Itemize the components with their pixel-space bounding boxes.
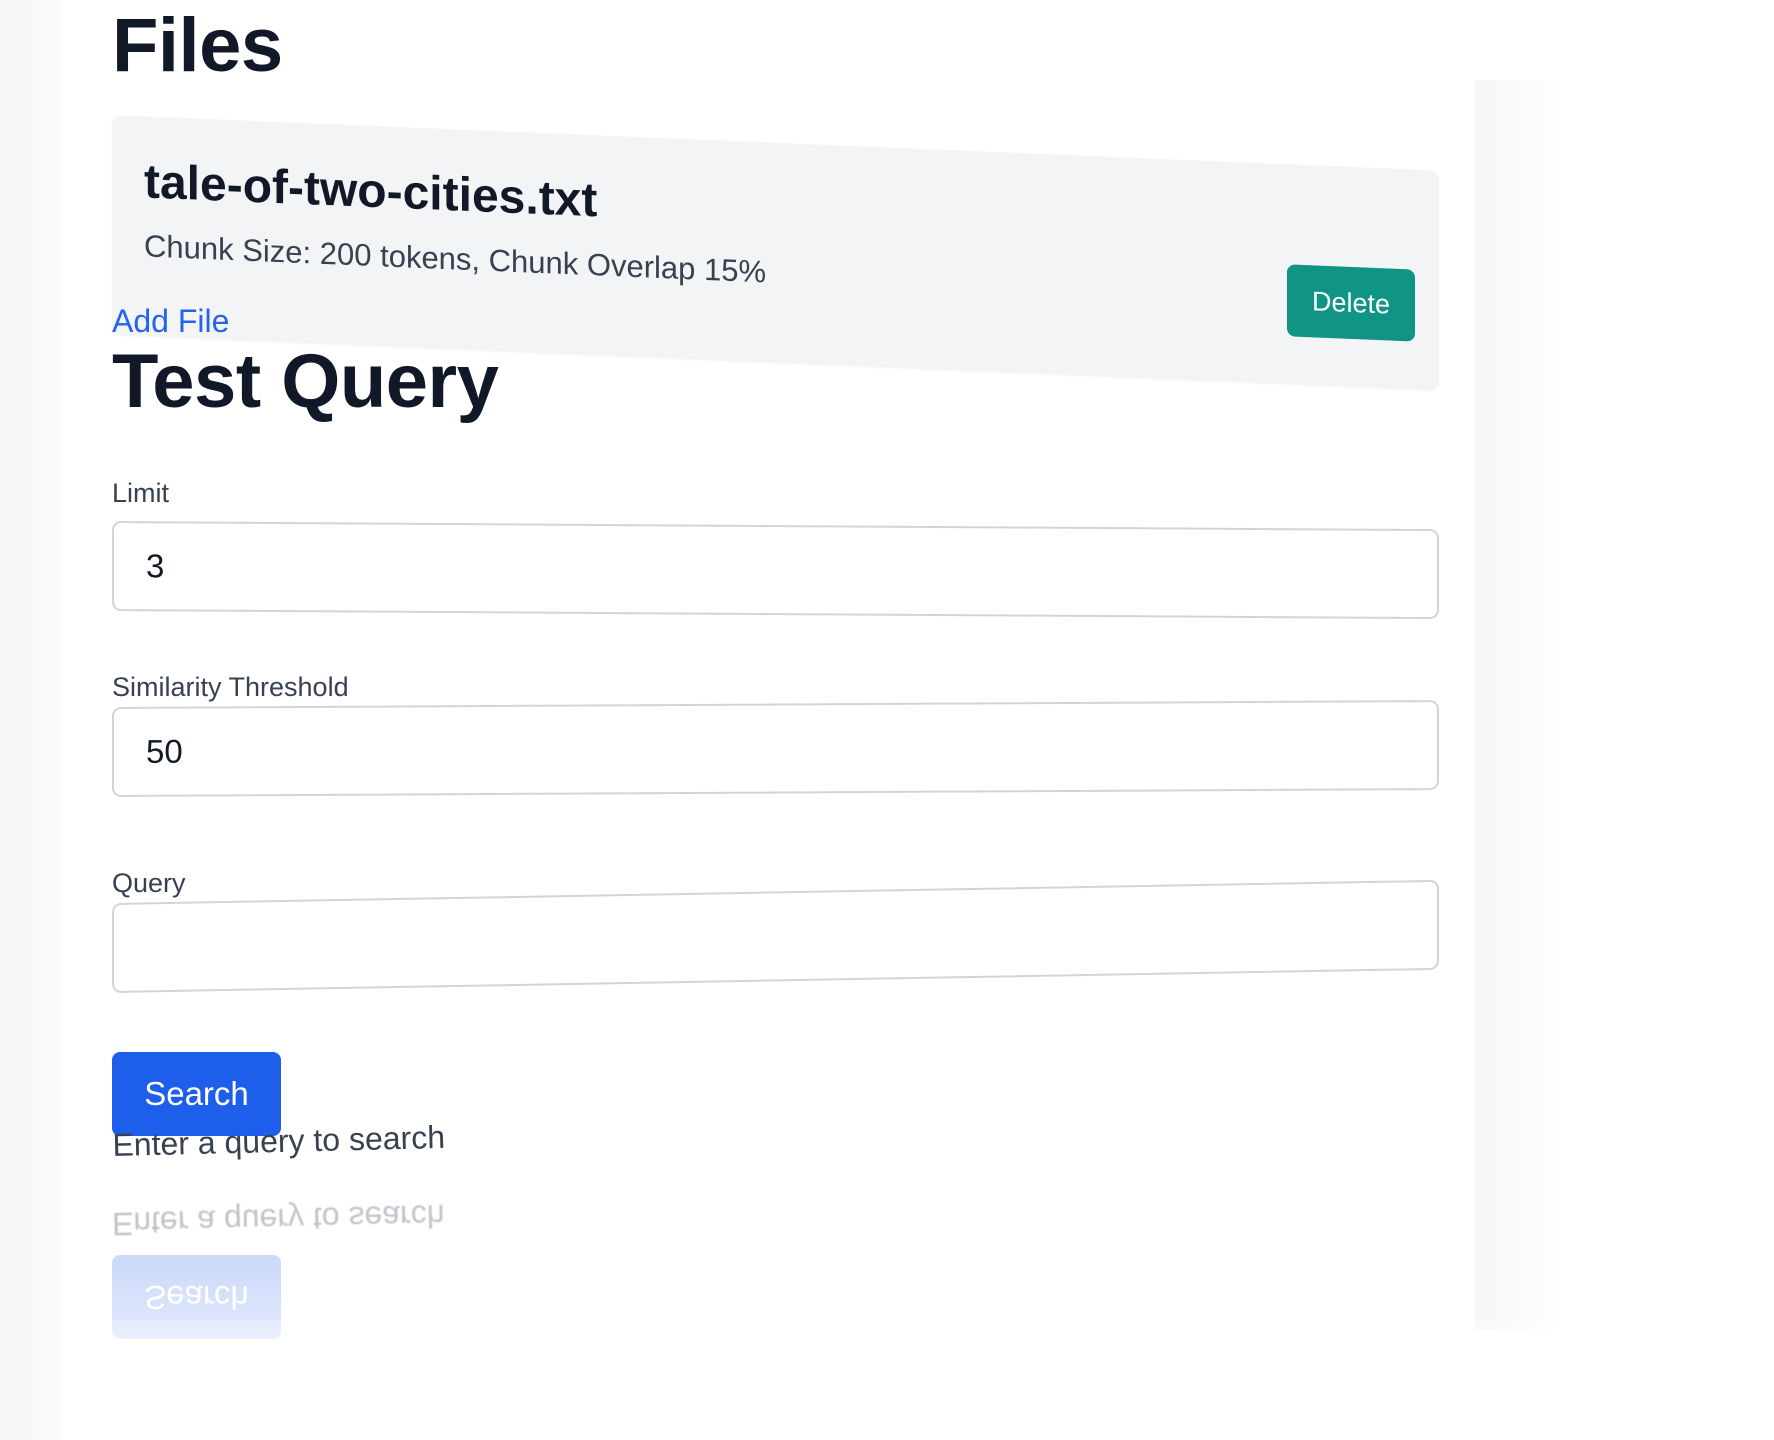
- right-shadow: [1475, 80, 1560, 1330]
- file-chunk-info: Chunk Size: 200 tokens, Chunk Overlap 15…: [144, 228, 767, 290]
- test-query-heading: Test Query: [112, 339, 499, 424]
- left-backdrop: [0, 0, 62, 1440]
- query-label: Query: [112, 868, 186, 898]
- similarity-threshold-input[interactable]: [112, 700, 1439, 797]
- page: Files tale-of-two-cities.txt Chunk Size:…: [0, 0, 1774, 1440]
- bottom-fade: [62, 1320, 1562, 1440]
- files-heading: Files: [112, 3, 283, 88]
- file-name: tale-of-two-cities.txt: [144, 155, 598, 228]
- similarity-threshold-label: Similarity Threshold: [112, 672, 349, 702]
- add-file-link[interactable]: Add File: [112, 303, 229, 340]
- delete-button[interactable]: Delete: [1287, 264, 1415, 342]
- limit-label: Limit: [112, 478, 170, 508]
- limit-input[interactable]: [112, 521, 1439, 620]
